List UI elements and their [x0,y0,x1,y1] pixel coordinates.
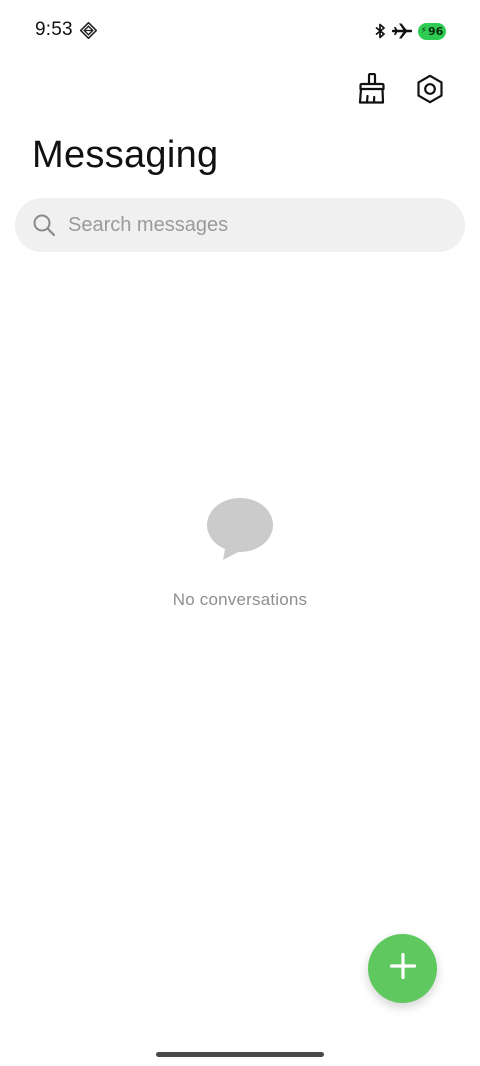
empty-state-message: No conversations [172,590,308,609]
airplane-mode-icon [392,22,412,40]
plus-icon [389,952,417,985]
chat-bubble-icon [206,498,274,562]
broom-icon [358,72,386,110]
battery-level: 96 [428,24,444,38]
search-input[interactable] [68,213,428,237]
battery-icon: ⚡ 96 [418,22,446,40]
home-indicator[interactable] [156,1052,324,1057]
page-title: Messaging [32,134,219,176]
empty-state: No conversations [0,498,480,610]
charging-bolt-icon: ⚡ [420,26,427,36]
clean-button[interactable] [353,72,391,110]
new-conversation-button[interactable] [368,934,437,1003]
status-indicators: ⚡ 96 [374,20,446,42]
search-icon [32,213,56,237]
nfc-icon [79,21,98,40]
settings-icon [416,74,444,109]
settings-button[interactable] [411,72,449,110]
search-bar[interactable] [15,198,465,252]
status-time: 9:53 [35,19,73,40]
status-bar: 9:53 ⚡ 96 [0,0,480,62]
bluetooth-icon [374,23,386,39]
